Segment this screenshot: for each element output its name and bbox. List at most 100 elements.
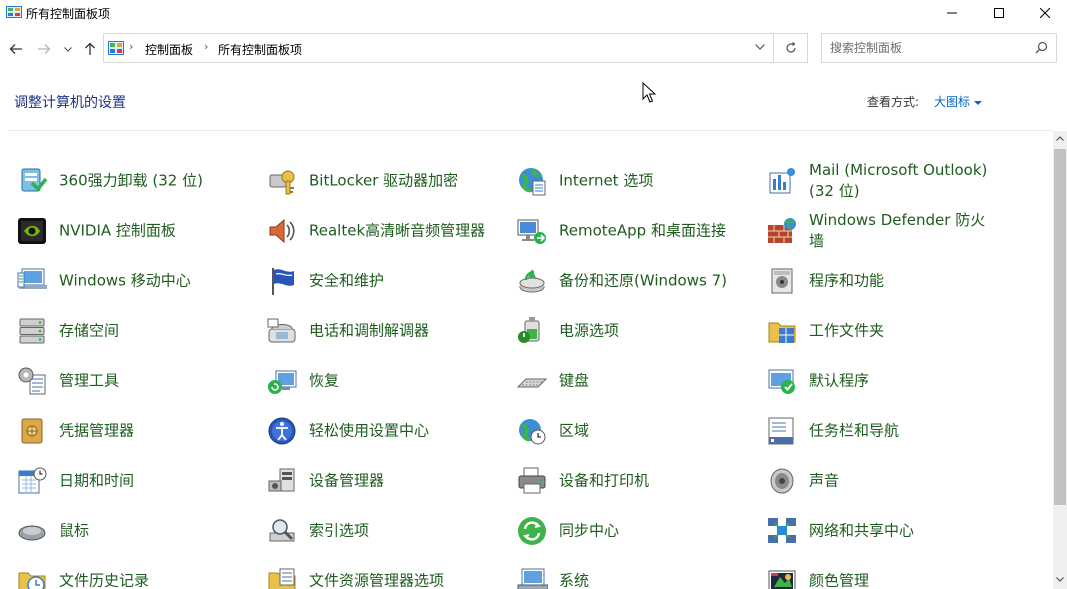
- control-panel-item[interactable]: Internet 选项: [500, 156, 750, 206]
- search-icon[interactable]: [1035, 41, 1048, 54]
- search-input[interactable]: [830, 40, 1020, 56]
- control-panel-item-label: 管理工具: [59, 371, 120, 390]
- control-panel-item-label: 日期和时间: [59, 471, 135, 490]
- control-panel-item[interactable]: RemoteApp 和桌面连接: [500, 206, 750, 256]
- mobility-center-icon: [17, 268, 47, 289]
- scrollbar-thumb[interactable]: [1054, 149, 1066, 505]
- control-panel-item-label: 设备和打印机: [559, 471, 650, 490]
- forward-button[interactable]: [34, 39, 54, 59]
- minimize-button[interactable]: [929, 0, 975, 26]
- recovery-icon: [268, 370, 297, 394]
- control-panel-item[interactable]: 360强力卸载 (32 位): [0, 156, 250, 206]
- refresh-icon: [785, 42, 796, 53]
- control-panel-item[interactable]: 工作文件夹: [750, 306, 1000, 356]
- mail-icon: [769, 168, 795, 194]
- control-panel-icon: [108, 41, 124, 55]
- search-box[interactable]: [821, 33, 1057, 63]
- page-title: 调整计算机的设置: [14, 95, 126, 111]
- control-panel-item-label: 电源选项: [559, 321, 620, 340]
- control-panel-item[interactable]: 存储空间: [0, 306, 250, 356]
- control-panel-item[interactable]: 鼠标: [0, 506, 250, 556]
- maximize-button[interactable]: [976, 0, 1022, 26]
- breadcrumb-separator-icon[interactable]: ›: [129, 40, 133, 53]
- close-button[interactable]: [1022, 0, 1067, 26]
- admin-tools-icon: [18, 367, 46, 395]
- mouse-icon: [18, 525, 46, 541]
- control-panel-item[interactable]: Realtek高清晰音频管理器: [250, 206, 500, 256]
- bitlocker-key-icon: [269, 170, 295, 195]
- taskbar-icon: [768, 417, 794, 445]
- control-panel-item[interactable]: 声音: [750, 456, 1000, 506]
- breadcrumb-separator-icon[interactable]: ›: [204, 40, 208, 53]
- control-panel-item-label: 鼠标: [59, 521, 90, 540]
- control-panel-item-label: 安全和维护: [309, 271, 385, 290]
- system-icon: [517, 568, 548, 589]
- window-title: 所有控制面板项: [26, 7, 111, 21]
- control-panel-item-label: 凭据管理器: [59, 421, 135, 440]
- control-panel-item-label: 电话和调制解调器: [309, 321, 430, 340]
- control-panel-item[interactable]: Windows Defender 防火墙: [750, 206, 1000, 256]
- address-dropdown-icon[interactable]: [755, 44, 765, 50]
- control-panel-item-label: 工作文件夹: [809, 321, 885, 340]
- view-by-value: 大图标: [934, 95, 971, 109]
- chevron-down-icon: [64, 46, 72, 52]
- control-panel-item-label: 360强力卸载 (32 位): [59, 171, 203, 190]
- control-panel-item[interactable]: 索引选项: [250, 506, 500, 556]
- control-panel-item-label: BitLocker 驱动器加密: [309, 171, 459, 190]
- caret-down-icon: [974, 100, 983, 105]
- view-by-dropdown[interactable]: 大图标: [934, 93, 983, 110]
- address-bar[interactable]: › 控制面板 › 所有控制面板项: [103, 33, 774, 63]
- network-icon: [768, 518, 796, 543]
- control-panel-item[interactable]: 备份和还原(Windows 7): [500, 256, 750, 306]
- color-management-icon: [768, 570, 796, 589]
- control-panel-item-label: 默认程序: [809, 371, 870, 390]
- breadcrumb-all-items[interactable]: 所有控制面板项: [218, 41, 302, 58]
- refresh-button[interactable]: [774, 33, 808, 63]
- control-panel-item-label: 系统: [559, 571, 590, 589]
- control-panel-item-label: Realtek高清晰音频管理器: [309, 221, 486, 240]
- power-icon: [518, 317, 540, 343]
- breadcrumb-control-panel[interactable]: 控制面板: [145, 41, 193, 58]
- control-panel-item[interactable]: BitLocker 驱动器加密: [250, 156, 500, 206]
- control-panel-item[interactable]: 文件资源管理器选项: [250, 556, 500, 589]
- explorer-options-icon: [268, 568, 296, 589]
- vertical-scrollbar[interactable]: [1053, 131, 1067, 589]
- control-panel-item[interactable]: 设备管理器: [250, 456, 500, 506]
- printer-icon: [518, 467, 546, 494]
- control-panel-item[interactable]: 日期和时间: [0, 456, 250, 506]
- scroll-up-icon[interactable]: [1056, 136, 1064, 141]
- nvidia-icon: [18, 218, 46, 244]
- storage-icon: [19, 318, 45, 344]
- control-panel-item[interactable]: 任务栏和导航: [750, 406, 1000, 456]
- control-panel-item[interactable]: 文件历史记录: [0, 556, 250, 589]
- up-button[interactable]: [80, 39, 100, 59]
- control-panel-item-label: 文件资源管理器选项: [309, 571, 445, 589]
- control-panel-item[interactable]: 网络和共享中心: [750, 506, 1000, 556]
- control-panel-item[interactable]: 轻松使用设置中心: [250, 406, 500, 456]
- control-panel-item[interactable]: Mail (Microsoft Outlook) (32 位): [750, 156, 1000, 206]
- control-panel-item[interactable]: 默认程序: [750, 356, 1000, 406]
- control-panel-item[interactable]: Windows 移动中心: [0, 256, 250, 306]
- control-panel-item[interactable]: 设备和打印机: [500, 456, 750, 506]
- control-panel-item[interactable]: 颜色管理: [750, 556, 1000, 589]
- control-panel-item[interactable]: 同步中心: [500, 506, 750, 556]
- control-panel-items-grid: 360强力卸载 (32 位) BitLocker 驱动器加密 Internet 选项…: [0, 156, 1053, 589]
- control-panel-item-label: 同步中心: [559, 521, 620, 540]
- control-panel-item-label: 键盘: [559, 371, 590, 390]
- control-panel-item[interactable]: 键盘: [500, 356, 750, 406]
- control-panel-item-label: 索引选项: [309, 521, 370, 540]
- control-panel-item[interactable]: 安全和维护: [250, 256, 500, 306]
- control-panel-item[interactable]: 恢复: [250, 356, 500, 406]
- control-panel-item[interactable]: 凭据管理器: [0, 406, 250, 456]
- control-panel-item[interactable]: 区域: [500, 406, 750, 456]
- control-panel-item[interactable]: 程序和功能: [750, 256, 1000, 306]
- recent-locations-button[interactable]: [60, 39, 76, 59]
- control-panel-item-label: 任务栏和导航: [809, 421, 900, 440]
- control-panel-item[interactable]: 电源选项: [500, 306, 750, 356]
- control-panel-item[interactable]: 管理工具: [0, 356, 250, 406]
- control-panel-item[interactable]: 电话和调制解调器: [250, 306, 500, 356]
- scroll-down-icon[interactable]: [1056, 577, 1064, 582]
- back-button[interactable]: [6, 39, 26, 59]
- control-panel-item[interactable]: NVIDIA 控制面板: [0, 206, 250, 256]
- control-panel-item[interactable]: 系统: [500, 556, 750, 589]
